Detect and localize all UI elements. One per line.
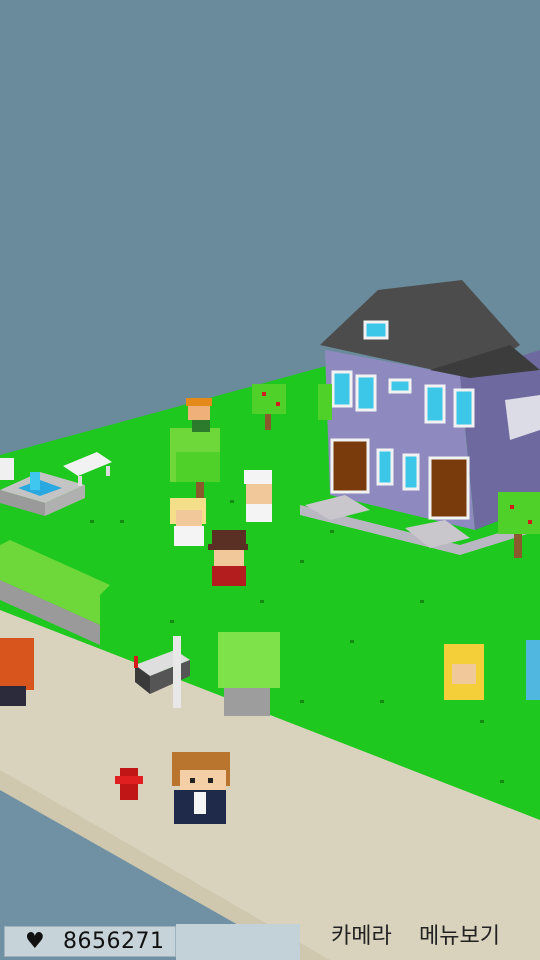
view-menu-button[interactable]: 메뉴보기: [419, 922, 500, 952]
player-character[interactable]: [172, 752, 230, 824]
character-blonde-girl[interactable]: [444, 644, 484, 700]
bench-left-edge: [0, 458, 14, 480]
character-blue-right[interactable]: [526, 640, 540, 700]
camera-button[interactable]: 카메라: [331, 922, 392, 952]
hud-bar: ♥ 8656271 카메라 메뉴보기: [0, 920, 540, 960]
character-blonde-man[interactable]: [170, 498, 206, 546]
heart-count-value: 8656271: [63, 929, 165, 954]
front-door-right[interactable]: [428, 456, 470, 520]
tree-behind-house: [318, 384, 332, 420]
front-door-left[interactable]: [330, 438, 370, 494]
character-chef[interactable]: [244, 470, 272, 522]
hud-strip: [176, 924, 300, 960]
heart-counter: ♥ 8656271: [4, 926, 176, 957]
game-scene[interactable]: [0, 0, 540, 960]
heart-icon: ♥: [25, 929, 45, 954]
character-brown-hat[interactable]: [208, 530, 248, 586]
